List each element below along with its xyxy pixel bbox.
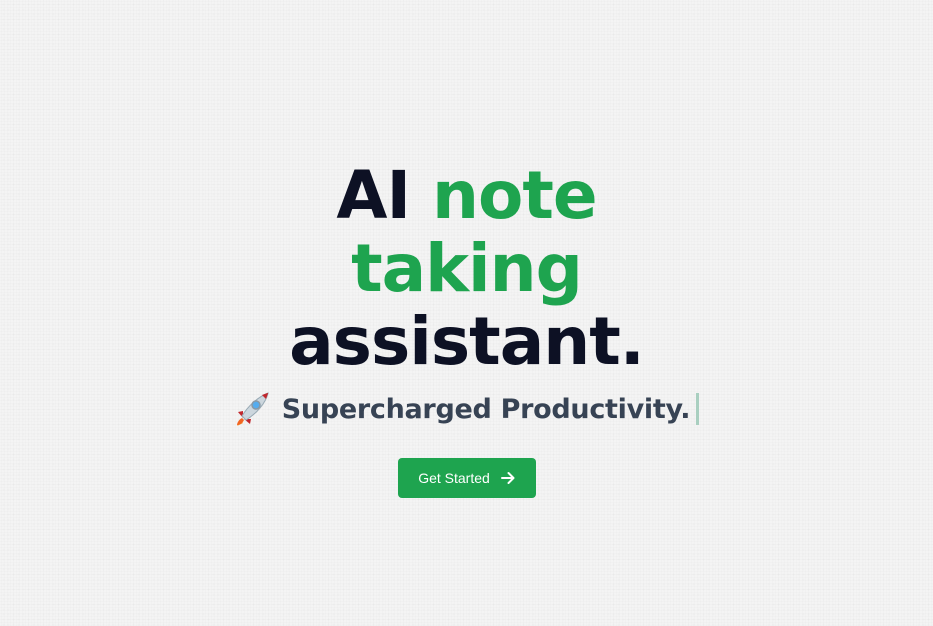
headline-line-1: AI note (0, 161, 933, 231)
headline-assistant-text: assistant. (289, 303, 645, 380)
headline-taking-text: taking (351, 230, 583, 307)
get-started-button[interactable]: Get Started (398, 458, 536, 498)
headline-ai-text: AI (336, 157, 432, 234)
headline-note-text: note (431, 157, 598, 234)
tagline-text: Supercharged Productivity. (281, 393, 691, 425)
get-started-label: Get Started (418, 470, 490, 486)
headline-line-3: assistant. (0, 307, 933, 377)
headline-line-2: taking (0, 234, 933, 304)
typing-cursor (696, 393, 700, 425)
arrow-right-icon (500, 470, 516, 486)
rocket-icon (234, 390, 272, 428)
tagline-row: Supercharged Productivity. (0, 390, 933, 428)
hero-section: AI note taking assistant. Supercharged P… (0, 0, 933, 626)
